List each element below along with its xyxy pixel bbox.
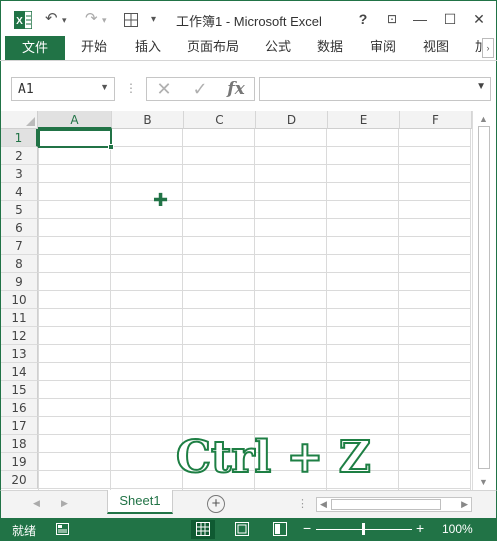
tab-splitter-icon[interactable]: ⋮: [297, 497, 308, 510]
active-cell-selection[interactable]: [38, 129, 114, 150]
expand-formula-bar-icon[interactable]: ▼: [476, 81, 486, 92]
row-header[interactable]: 1: [1, 129, 38, 147]
scroll-up-icon[interactable]: ▲: [479, 114, 488, 124]
row-header[interactable]: 17: [1, 417, 38, 435]
ribbon-scroll-right-icon[interactable]: ›: [482, 38, 494, 58]
undo-dropdown-icon[interactable]: ▾: [62, 10, 67, 30]
insert-function-icon[interactable]: fx: [223, 78, 249, 100]
redo-dropdown-icon[interactable]: ▾: [102, 10, 107, 30]
minimize-button[interactable]: —: [410, 9, 430, 29]
window-title: 工作簿1 - Microsoft Excel: [176, 14, 322, 29]
scroll-down-icon[interactable]: ▼: [479, 477, 488, 487]
ribbon-tabs: 文件 开始 插入 页面布局 公式 数据 审阅 视图 加: [0, 36, 497, 60]
column-header-d[interactable]: D: [256, 111, 328, 129]
tab-page-layout[interactable]: 页面布局: [187, 36, 239, 60]
cell-cursor-icon: ✚: [153, 190, 169, 210]
help-button[interactable]: ?: [353, 9, 373, 29]
status-bar: 就绪 − + 100%: [0, 518, 497, 541]
row-header[interactable]: 18: [1, 435, 38, 453]
column-header-a[interactable]: A: [38, 111, 112, 129]
customize-qa-icon[interactable]: ▾: [151, 10, 156, 30]
zoom-in-icon[interactable]: +: [416, 520, 424, 536]
redo-icon[interactable]: ↷: [85, 9, 98, 29]
sheet-tab-bar: ◀ ▶ Sheet1 + ⋮ ◀ ▶: [0, 490, 497, 518]
undo-icon[interactable]: ↶: [45, 9, 58, 29]
page-break-view-icon[interactable]: [268, 520, 292, 539]
zoom-level[interactable]: 100%: [442, 522, 473, 536]
excel-logo-icon: X: [14, 11, 32, 29]
row-header[interactable]: 8: [1, 255, 38, 273]
row-header[interactable]: 7: [1, 237, 38, 255]
macro-recording-icon[interactable]: [56, 523, 69, 535]
row-header[interactable]: 20: [1, 471, 38, 489]
row-header[interactable]: 3: [1, 165, 38, 183]
status-ready: 就绪: [12, 524, 37, 538]
vertical-scroll-thumb[interactable]: [478, 126, 490, 469]
column-header-c[interactable]: C: [184, 111, 256, 129]
cancel-icon[interactable]: ✕: [151, 78, 177, 100]
zoom-slider-thumb[interactable]: [362, 523, 365, 535]
check-icon[interactable]: ✓: [187, 78, 213, 100]
row-header[interactable]: 6: [1, 219, 38, 237]
column-header-f[interactable]: F: [400, 111, 472, 129]
sheet-prev-icon[interactable]: ◀: [33, 498, 40, 509]
tab-file[interactable]: 文件: [5, 36, 65, 60]
select-all-button[interactable]: [1, 111, 38, 129]
maximize-button[interactable]: ☐: [440, 9, 460, 29]
row-header[interactable]: 10: [1, 291, 38, 309]
row-header[interactable]: 15: [1, 381, 38, 399]
row-header[interactable]: 13: [1, 345, 38, 363]
formula-input[interactable]: ▼: [259, 77, 491, 101]
row-header[interactable]: 14: [1, 363, 38, 381]
name-box-dropdown-icon[interactable]: ▼: [100, 82, 109, 92]
tab-data[interactable]: 数据: [317, 36, 343, 60]
horizontal-scrollbar[interactable]: ◀ ▶: [316, 497, 472, 512]
tab-view[interactable]: 视图: [423, 36, 449, 60]
close-button[interactable]: ✕: [469, 9, 489, 29]
name-box-value: A1: [18, 82, 34, 97]
fill-handle[interactable]: [108, 144, 114, 150]
shortcut-caption: Ctrl + Z: [175, 431, 372, 484]
row-header[interactable]: 11: [1, 309, 38, 327]
row-header[interactable]: 16: [1, 399, 38, 417]
column-header-e[interactable]: E: [328, 111, 400, 129]
row-header[interactable]: 9: [1, 273, 38, 291]
row-header[interactable]: 4: [1, 183, 38, 201]
vertical-scrollbar[interactable]: ▲ ▼: [472, 111, 496, 490]
formula-bar-area: A1 ▼ ⋮ ✕ ✓ fx ▼: [0, 61, 497, 111]
normal-view-icon[interactable]: [191, 520, 215, 539]
tab-insert[interactable]: 插入: [135, 36, 161, 60]
row-header[interactable]: 12: [1, 327, 38, 345]
horizontal-scroll-thumb[interactable]: [331, 499, 441, 510]
svg-text:X: X: [16, 16, 23, 27]
scroll-right-icon[interactable]: ▶: [461, 499, 468, 510]
tab-home[interactable]: 开始: [81, 36, 107, 60]
sheet-next-icon[interactable]: ▶: [61, 498, 68, 509]
title-bar: X ↶ ▾ ↷ ▾ ▾ 工作簿1 - Microsoft Excel ? ⊡ —…: [0, 0, 497, 36]
ribbon-display-button[interactable]: ⊡: [382, 9, 402, 29]
column-header-b[interactable]: B: [112, 111, 184, 129]
table-icon[interactable]: [124, 13, 138, 27]
tab-formulas[interactable]: 公式: [265, 36, 291, 60]
tab-review[interactable]: 审阅: [370, 36, 396, 60]
row-header[interactable]: 2: [1, 147, 38, 165]
scroll-left-icon[interactable]: ◀: [320, 499, 327, 510]
page-layout-view-icon[interactable]: [230, 520, 254, 539]
row-header[interactable]: 5: [1, 201, 38, 219]
row-header[interactable]: 19: [1, 453, 38, 471]
zoom-out-icon[interactable]: −: [303, 520, 311, 536]
formula-buttons: ✕ ✓ fx: [146, 77, 255, 101]
formula-bar-splitter[interactable]: ⋮: [125, 81, 137, 95]
sheet-tab-sheet1[interactable]: Sheet1: [107, 490, 173, 514]
add-sheet-icon[interactable]: +: [207, 495, 225, 513]
name-box[interactable]: A1 ▼: [11, 77, 115, 101]
